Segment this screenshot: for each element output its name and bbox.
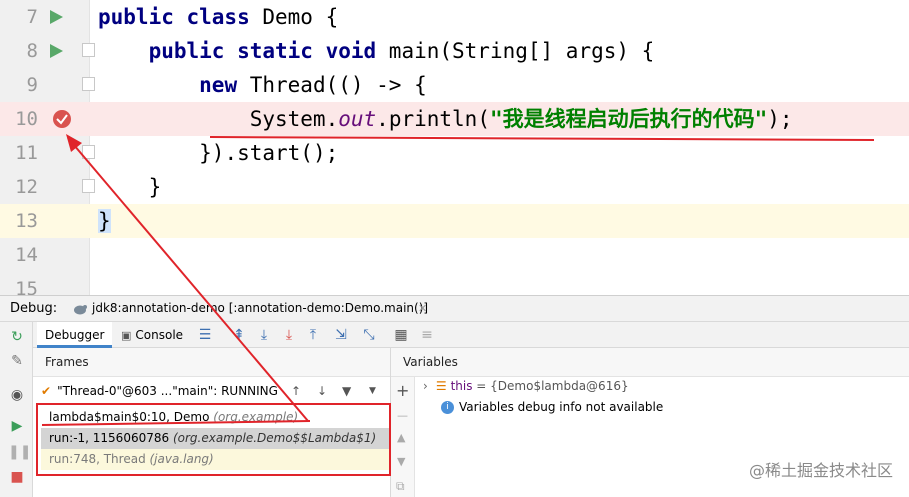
annotation-box bbox=[36, 403, 391, 476]
annotation-underline bbox=[41, 420, 311, 426]
annotation-arrow bbox=[67, 137, 309, 422]
watermark: @稀土掘金技术社区 bbox=[748, 461, 893, 480]
annotation-underline bbox=[209, 136, 875, 141]
annotation-overlay bbox=[36, 134, 875, 476]
arrowhead-icon bbox=[66, 134, 82, 152]
